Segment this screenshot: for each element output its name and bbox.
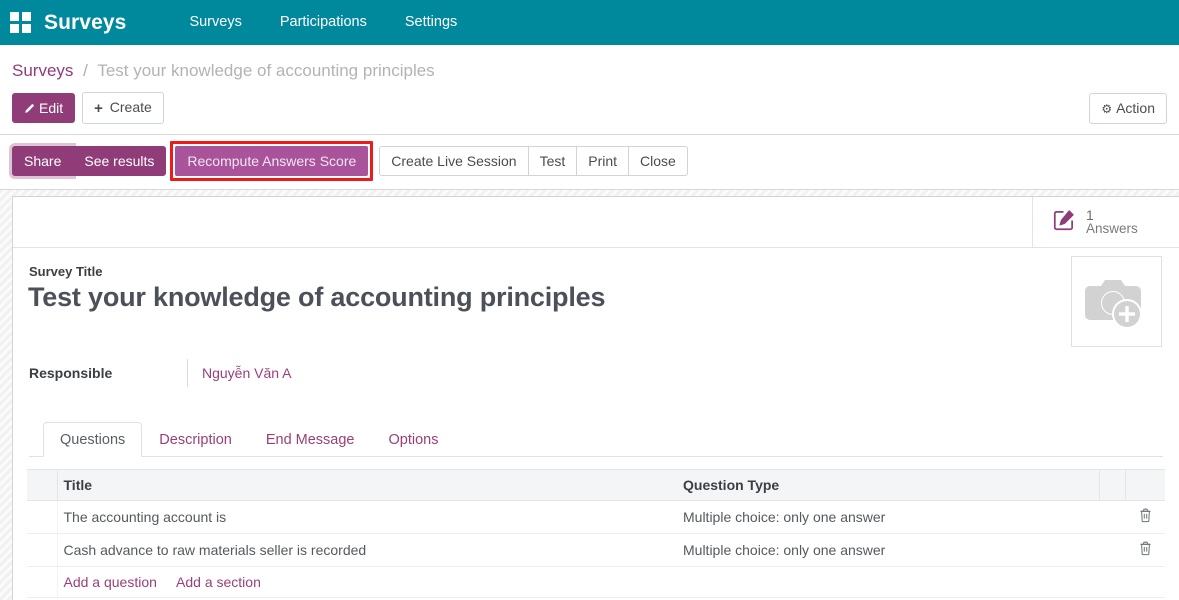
answers-count: 1 <box>1086 208 1138 223</box>
tab-description[interactable]: Description <box>142 422 249 457</box>
questions-table-wrap: Title Question Type The accounting accou… <box>13 457 1179 598</box>
questions-table-head: Title Question Type <box>27 470 1165 501</box>
statusbar: Share See results Recompute Answers Scor… <box>0 135 1179 190</box>
questions-table-body: The accounting account is Multiple choic… <box>27 501 1165 598</box>
survey-title-value[interactable]: Test your knowledge of accounting princi… <box>28 280 1163 314</box>
add-row: Add a question Add a section <box>27 567 1165 598</box>
questions-table: Title Question Type The accounting accou… <box>27 469 1165 598</box>
column-header-handle <box>27 470 57 501</box>
cell-question-type: Multiple choice: only one answer <box>677 534 1099 567</box>
close-button[interactable]: Close <box>628 146 688 176</box>
row-handle[interactable] <box>27 534 57 567</box>
breadcrumb-root-link[interactable]: Surveys <box>12 61 73 80</box>
cell-title: Cash advance to raw materials seller is … <box>57 534 677 567</box>
cell-delete <box>1125 501 1165 534</box>
app-brand-name[interactable]: Surveys <box>44 11 126 35</box>
nav-item-settings[interactable]: Settings <box>386 0 476 45</box>
column-header-narrow-1 <box>1099 470 1125 501</box>
nav-item-surveys[interactable]: Surveys <box>170 0 260 45</box>
notebook-tabs: Questions Description End Message Option… <box>29 422 1163 457</box>
share-button[interactable]: Share <box>12 146 73 176</box>
table-row[interactable]: The accounting account is Multiple choic… <box>27 501 1165 534</box>
row-handle[interactable] <box>27 501 57 534</box>
table-row[interactable]: Cash advance to raw materials seller is … <box>27 534 1165 567</box>
apps-grid-cell <box>10 12 19 21</box>
action-button-label: Action <box>1116 100 1155 116</box>
answers-stat-text: 1 Answers <box>1086 208 1138 237</box>
responsible-label: Responsible <box>29 365 187 381</box>
cell-title: The accounting account is <box>57 501 677 534</box>
add-a-section-link[interactable]: Add a section <box>176 574 261 590</box>
breadcrumb-separator: / <box>83 61 88 80</box>
column-header-narrow-2 <box>1125 470 1165 501</box>
statusbar-right-group: Create Live Session Test Print Close <box>379 146 688 176</box>
cell-delete <box>1125 534 1165 567</box>
form-view-background: 1 Answers Survey Title Test your knowled <box>0 190 1179 600</box>
apps-grid-cell <box>10 24 19 33</box>
add-row-handle <box>27 567 57 598</box>
control-panel: Surveys / Test your knowledge of account… <box>0 45 1179 135</box>
cell-narrow-1 <box>1099 534 1125 567</box>
survey-image-placeholder[interactable] <box>1071 256 1162 347</box>
survey-title-label: Survey Title <box>29 264 1163 279</box>
test-button[interactable]: Test <box>528 146 578 176</box>
top-navbar: Surveys Surveys Participations Settings <box>0 0 1179 45</box>
tab-end-message[interactable]: End Message <box>249 422 372 457</box>
cell-question-type: Multiple choice: only one answer <box>677 501 1099 534</box>
create-button[interactable]: + Create <box>82 92 164 124</box>
trash-icon[interactable] <box>1139 510 1152 526</box>
form-sheet: 1 Answers Survey Title Test your knowled <box>12 196 1179 600</box>
cell-narrow-1 <box>1099 501 1125 534</box>
trash-icon[interactable] <box>1139 543 1152 559</box>
answers-edit-icon <box>1051 207 1077 238</box>
answers-stat-button[interactable]: 1 Answers <box>1032 197 1179 247</box>
action-button[interactable]: ⚙ Action <box>1089 93 1167 124</box>
stat-button-bar: 1 Answers <box>13 197 1179 248</box>
edit-button-label: Edit <box>39 100 63 116</box>
breadcrumb-current: Test your knowledge of accounting princi… <box>97 61 434 80</box>
add-a-question-link[interactable]: Add a question <box>64 574 157 590</box>
tab-options[interactable]: Options <box>372 422 456 457</box>
nav-item-participations[interactable]: Participations <box>261 0 386 45</box>
breadcrumb: Surveys / Test your knowledge of account… <box>0 45 1179 83</box>
column-header-title[interactable]: Title <box>57 470 677 501</box>
navbar-menu: Surveys Participations Settings <box>170 0 476 45</box>
apps-grid-cell <box>22 24 31 33</box>
print-button[interactable]: Print <box>576 146 629 176</box>
apps-grid-cell <box>22 12 31 21</box>
answers-label: Answers <box>1086 222 1138 236</box>
column-header-question-type[interactable]: Question Type <box>677 470 1099 501</box>
sheet-body: Survey Title Test your knowledge of acco… <box>13 248 1179 457</box>
create-button-label: Create <box>110 99 152 115</box>
control-panel-buttons: Edit + Create ⚙ Action <box>0 83 1179 134</box>
apps-grid-icon[interactable] <box>10 12 32 34</box>
pencil-icon <box>24 103 35 114</box>
see-results-button[interactable]: See results <box>72 146 166 176</box>
create-live-session-button[interactable]: Create Live Session <box>379 146 528 176</box>
responsible-row: Responsible Nguyễn Văn A <box>29 359 1163 387</box>
tab-questions[interactable]: Questions <box>43 422 142 457</box>
recompute-answers-score-button[interactable]: Recompute Answers Score <box>175 146 368 176</box>
edit-button[interactable]: Edit <box>12 93 75 123</box>
table-header-row: Title Question Type <box>27 470 1165 501</box>
responsible-field: Nguyễn Văn A <box>187 359 292 387</box>
statusbar-left-group: Share See results <box>12 146 166 176</box>
responsible-value[interactable]: Nguyễn Văn A <box>202 365 292 381</box>
gear-icon: ⚙ <box>1101 102 1112 116</box>
camera-add-icon <box>1082 272 1152 332</box>
plus-icon: + <box>94 100 103 117</box>
add-row-links: Add a question Add a section <box>57 567 1165 598</box>
highlight-annotation-box: Recompute Answers Score <box>170 141 373 181</box>
